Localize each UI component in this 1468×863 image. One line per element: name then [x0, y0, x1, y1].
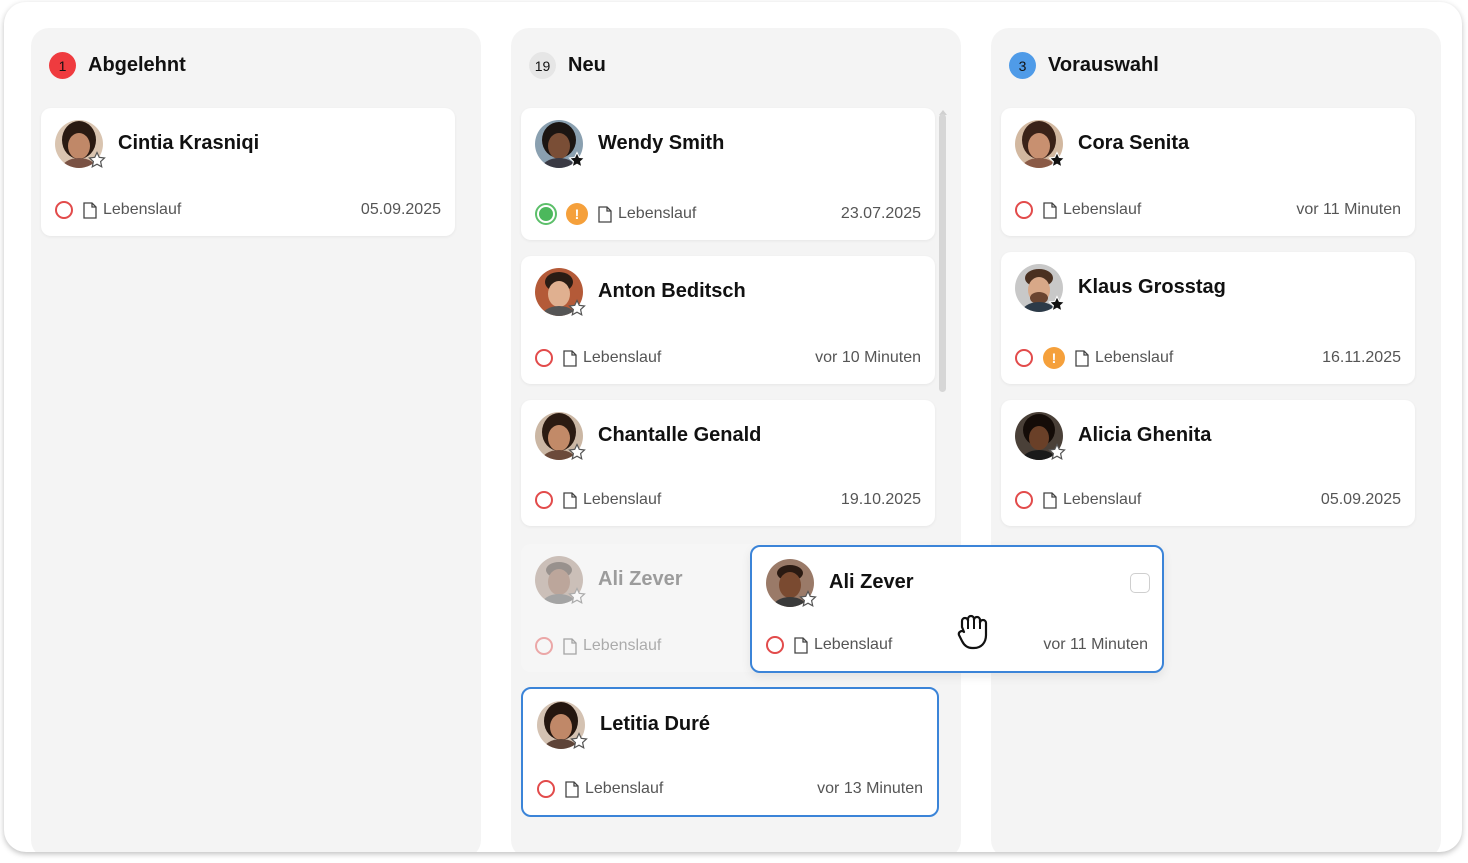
avatar: [535, 556, 586, 604]
column-title: Neu: [568, 54, 606, 76]
dragging-candidate-card[interactable]: Ali Zever Lebenslauf vor 11 Minuten: [750, 545, 1164, 673]
cv-link[interactable]: Lebenslauf: [618, 205, 696, 223]
count-badge: 3: [1009, 52, 1036, 79]
count-badge: 19: [529, 52, 556, 79]
candidate-card[interactable]: Wendy Smith ! Lebenslauf 23.07.2025: [521, 108, 935, 240]
count-badge: 1: [49, 52, 76, 79]
document-icon: [598, 205, 612, 223]
candidate-card[interactable]: Anton Beditsch Lebenslauf vor 10 Minuten: [521, 256, 935, 384]
star-outline-icon[interactable]: [1048, 443, 1066, 461]
column-neu: 19 Neu Wendy Smith ! Lebenslauf 23.07.20…: [511, 28, 961, 852]
document-icon: [83, 201, 97, 219]
status-ring-icon[interactable]: [1015, 349, 1033, 367]
candidate-card[interactable]: Cintia Krasniqi Lebenslauf 05.09.2025: [41, 108, 455, 236]
avatar: [537, 701, 588, 750]
card-date: 05.09.2025: [360, 201, 441, 218]
candidate-name[interactable]: Alicia Ghenita: [1078, 424, 1211, 447]
kanban-board: 1 Abgelehnt Cintia Krasniqi Lebenslauf 0…: [4, 2, 1462, 852]
document-icon: [1075, 349, 1089, 367]
avatar: [766, 559, 817, 608]
cv-link[interactable]: Lebenslauf: [1095, 349, 1173, 367]
candidate-name[interactable]: Ali Zever: [829, 571, 913, 594]
document-icon: [563, 637, 577, 655]
avatar: [535, 120, 586, 169]
status-accepted-icon[interactable]: [535, 203, 557, 225]
avatar: [1015, 264, 1066, 313]
candidate-name[interactable]: Klaus Grosstag: [1078, 276, 1226, 299]
warning-icon[interactable]: !: [1043, 347, 1065, 369]
grab-hand-icon: [957, 614, 988, 650]
cv-link: Lebenslauf: [583, 637, 662, 654]
column-header: 3 Vorauswahl: [1009, 52, 1159, 79]
card-date: vor 11 Minuten: [1043, 636, 1148, 653]
avatar: [535, 412, 586, 461]
status-ring-icon[interactable]: [535, 349, 553, 367]
card-date: 23.07.2025: [840, 205, 921, 222]
cv-link[interactable]: Lebenslauf: [585, 780, 663, 798]
status-ring-icon[interactable]: [55, 201, 73, 219]
cv-link[interactable]: Lebenslauf: [583, 349, 661, 367]
star-outline-icon[interactable]: [568, 299, 586, 317]
star-filled-icon[interactable]: [568, 151, 586, 169]
cv-link[interactable]: Lebenslauf: [583, 491, 661, 509]
avatar: [535, 268, 586, 317]
candidate-card[interactable]: Alicia Ghenita Lebenslauf 05.09.2025: [1001, 400, 1415, 526]
status-ring-icon[interactable]: [1015, 201, 1033, 219]
card-date: 16.11.2025: [1322, 349, 1401, 366]
document-icon: [563, 491, 577, 509]
document-icon: [794, 636, 808, 654]
candidate-card[interactable]: Chantalle Genald Lebenslauf 19.10.2025: [521, 400, 935, 526]
candidate-name[interactable]: Cintia Krasniqi: [118, 132, 259, 155]
candidate-card-selected[interactable]: Letitia Duré Lebenslauf vor 13 Minuten: [521, 687, 939, 817]
avatar: [1015, 412, 1066, 461]
star-outline-icon[interactable]: [570, 732, 588, 750]
column-abgelehnt: 1 Abgelehnt Cintia Krasniqi Lebenslauf 0…: [31, 28, 481, 852]
column-header: 19 Neu: [529, 52, 606, 79]
scrollbar[interactable]: [939, 114, 946, 392]
card-date: vor 13 Minuten: [817, 780, 923, 797]
candidate-name[interactable]: Anton Beditsch: [598, 280, 746, 303]
candidate-name: Ali Zever: [598, 568, 683, 590]
column-vorauswahl: 3 Vorauswahl Cora Senita Lebenslauf vor …: [991, 28, 1441, 852]
status-ring-icon: [535, 637, 553, 655]
star-filled-icon[interactable]: [1048, 295, 1066, 313]
candidate-name[interactable]: Chantalle Genald: [598, 424, 761, 447]
card-date: vor 11 Minuten: [1296, 201, 1401, 218]
candidate-name[interactable]: Letitia Duré: [600, 713, 710, 736]
card-date: 19.10.2025: [840, 491, 921, 508]
select-checkbox[interactable]: [1130, 573, 1150, 593]
cv-link[interactable]: Lebenslauf: [1063, 201, 1141, 219]
avatar: [1015, 120, 1066, 169]
status-ring-icon[interactable]: [1015, 491, 1033, 509]
star-filled-icon[interactable]: [1048, 151, 1066, 169]
avatar: [55, 120, 106, 169]
star-outline-icon[interactable]: [799, 590, 817, 608]
star-outline-icon: [568, 587, 586, 604]
column-title: Abgelehnt: [88, 54, 186, 76]
candidate-name[interactable]: Cora Senita: [1078, 132, 1189, 155]
column-title: Vorauswahl: [1048, 54, 1159, 76]
status-ring-icon[interactable]: [766, 636, 784, 654]
star-outline-icon[interactable]: [568, 443, 586, 461]
document-icon: [563, 349, 577, 367]
warning-icon[interactable]: !: [566, 203, 588, 225]
document-icon: [1043, 491, 1057, 509]
star-outline-icon[interactable]: [88, 151, 106, 169]
candidate-name[interactable]: Wendy Smith: [598, 132, 724, 155]
document-icon: [1043, 201, 1057, 219]
cv-link[interactable]: Lebenslauf: [1063, 491, 1141, 509]
cv-link[interactable]: Lebenslauf: [814, 636, 892, 654]
column-header: 1 Abgelehnt: [49, 52, 186, 79]
status-ring-icon[interactable]: [537, 780, 555, 798]
document-icon: [565, 780, 579, 798]
cv-link[interactable]: Lebenslauf: [103, 201, 181, 219]
candidate-card[interactable]: Klaus Grosstag ! Lebenslauf 16.11.2025: [1001, 252, 1415, 384]
candidate-card[interactable]: Cora Senita Lebenslauf vor 11 Minuten: [1001, 108, 1415, 236]
card-date: vor 10 Minuten: [815, 349, 921, 366]
status-ring-icon[interactable]: [535, 491, 553, 509]
card-date: 05.09.2025: [1320, 491, 1401, 508]
